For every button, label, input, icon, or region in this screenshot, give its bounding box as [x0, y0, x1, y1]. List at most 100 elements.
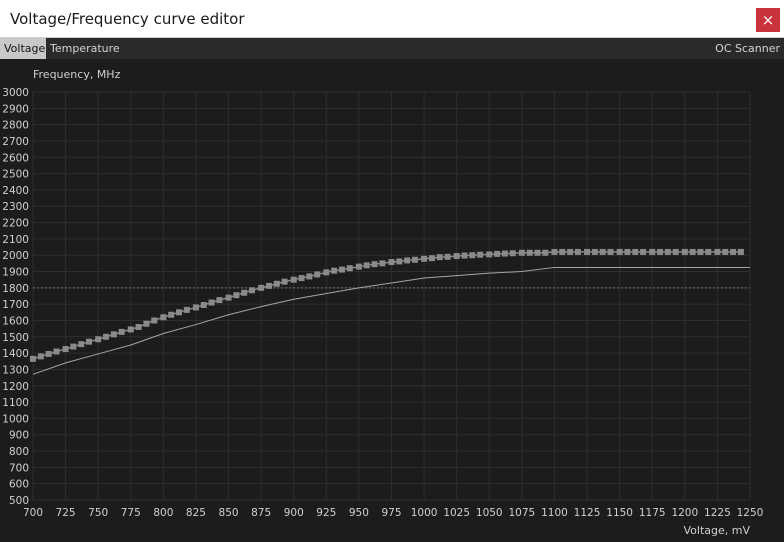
curve-point[interactable]	[664, 248, 671, 255]
curve-point[interactable]	[371, 261, 378, 268]
curve-point[interactable]	[241, 289, 248, 296]
curve-point[interactable]	[518, 249, 525, 256]
y-tick-label: 2400	[2, 185, 29, 197]
curve-points[interactable]	[30, 248, 744, 362]
curve-point[interactable]	[363, 262, 370, 269]
oc-scanner-button[interactable]: OC Scanner	[715, 38, 780, 59]
curve-point[interactable]	[355, 263, 362, 270]
curve-point[interactable]	[127, 326, 134, 333]
curve-point[interactable]	[453, 253, 460, 260]
curve-point[interactable]	[265, 282, 272, 289]
curve-point[interactable]	[192, 304, 199, 311]
curve-point[interactable]	[526, 249, 533, 256]
curve-point[interactable]	[421, 255, 428, 262]
curve-point[interactable]	[281, 278, 288, 285]
curve-point[interactable]	[176, 309, 183, 316]
curve-point[interactable]	[672, 248, 679, 255]
curve-point[interactable]	[689, 248, 696, 255]
curve-point[interactable]	[379, 260, 386, 267]
curve-point[interactable]	[70, 343, 77, 350]
curve-point[interactable]	[118, 328, 125, 335]
curve-point[interactable]	[469, 252, 476, 259]
curve-point[interactable]	[722, 248, 729, 255]
curve-point[interactable]	[86, 338, 93, 345]
curve-point[interactable]	[486, 251, 493, 258]
curve-point[interactable]	[135, 324, 142, 331]
curve-point[interactable]	[649, 248, 656, 255]
curve-point[interactable]	[501, 250, 508, 257]
y-tick-label: 700	[9, 462, 29, 474]
curve-point[interactable]	[559, 248, 566, 255]
curve-point[interactable]	[103, 333, 110, 340]
curve-point[interactable]	[323, 269, 330, 276]
curve-point[interactable]	[160, 314, 167, 321]
curve-point[interactable]	[233, 292, 240, 299]
curve-point[interactable]	[714, 248, 721, 255]
curve-point[interactable]	[436, 254, 443, 261]
tab-temperature[interactable]: Temperature	[46, 38, 124, 59]
curve-point[interactable]	[388, 259, 395, 266]
x-tick-label: 775	[121, 507, 141, 519]
curve-point[interactable]	[306, 273, 313, 280]
curve-point[interactable]	[599, 248, 606, 255]
curve-point[interactable]	[30, 355, 36, 362]
curve-point[interactable]	[574, 248, 581, 255]
curve-point[interactable]	[208, 299, 215, 306]
curve-point[interactable]	[681, 248, 688, 255]
curve-point[interactable]	[428, 255, 435, 262]
curve-point[interactable]	[616, 248, 623, 255]
vf-curve-chart[interactable]: 500 600 700 800 900 1000 1100 1200 1300 1400 1500 1…	[0, 59, 784, 542]
curve-point[interactable]	[53, 348, 60, 355]
curve-point[interactable]	[249, 287, 256, 294]
curve-point[interactable]	[338, 266, 345, 273]
curve-point[interactable]	[273, 280, 280, 287]
curve-point[interactable]	[705, 248, 712, 255]
curve-point[interactable]	[225, 294, 232, 301]
curve-point[interactable]	[95, 336, 102, 343]
curve-point[interactable]	[607, 248, 614, 255]
curve-point[interactable]	[37, 353, 44, 360]
curve-point[interactable]	[737, 248, 744, 255]
curve-point[interactable]	[404, 257, 411, 264]
curve-point[interactable]	[143, 320, 150, 327]
curve-point[interactable]	[151, 317, 158, 324]
curve-point[interactable]	[216, 297, 223, 304]
curve-point[interactable]	[567, 248, 574, 255]
curve-point[interactable]	[632, 248, 639, 255]
curve-point[interactable]	[542, 249, 549, 256]
vf-curve-plot[interactable]: 500 600 700 800 900 1000 1100 1200 1300 1400 1500 1…	[0, 59, 784, 542]
curve-point[interactable]	[730, 248, 737, 255]
tab-voltage[interactable]: Voltage	[0, 38, 46, 59]
curve-point[interactable]	[168, 311, 175, 318]
x-tick-label: 975	[381, 507, 401, 519]
curve-point[interactable]	[444, 253, 451, 260]
curve-point[interactable]	[183, 306, 190, 313]
curve-point[interactable]	[258, 284, 265, 291]
curve-point[interactable]	[477, 251, 484, 258]
curve-point[interactable]	[640, 248, 647, 255]
curve-point[interactable]	[584, 248, 591, 255]
curve-point[interactable]	[298, 275, 305, 282]
curve-point[interactable]	[331, 267, 338, 274]
curve-point[interactable]	[78, 341, 85, 348]
curve-point[interactable]	[110, 331, 117, 338]
curve-point[interactable]	[591, 248, 598, 255]
curve-point[interactable]	[411, 256, 418, 263]
curve-point[interactable]	[461, 252, 468, 259]
curve-point[interactable]	[697, 248, 704, 255]
curve-point[interactable]	[657, 248, 664, 255]
curve-point[interactable]	[62, 346, 69, 353]
curve-point[interactable]	[396, 258, 403, 265]
curve-point[interactable]	[551, 248, 558, 255]
curve-point[interactable]	[624, 248, 631, 255]
curve-point[interactable]	[509, 250, 516, 257]
curve-point[interactable]	[534, 249, 541, 256]
y-tick-label: 1400	[2, 348, 29, 360]
close-button[interactable]: ×	[756, 8, 780, 32]
curve-point[interactable]	[45, 350, 52, 357]
curve-point[interactable]	[346, 265, 353, 272]
curve-point[interactable]	[494, 250, 501, 257]
curve-point[interactable]	[290, 276, 297, 283]
curve-point[interactable]	[314, 271, 321, 278]
curve-point[interactable]	[200, 301, 207, 308]
